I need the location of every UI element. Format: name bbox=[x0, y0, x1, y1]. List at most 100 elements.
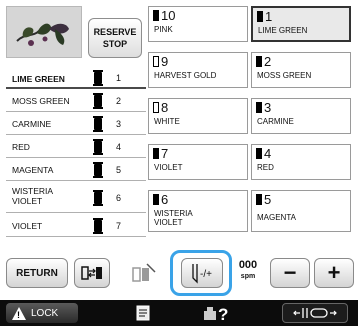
spool-color-name: HARVEST GOLD bbox=[154, 71, 217, 80]
spool-cell-1[interactable]: 1 LIME GREEN bbox=[251, 6, 351, 42]
row-spool-number: 5 bbox=[116, 165, 122, 175]
sewing-order-row-5[interactable]: MAGENTA 5 bbox=[6, 158, 146, 181]
spool-number: 10 bbox=[153, 9, 175, 23]
spool-icon bbox=[93, 70, 103, 86]
sewing-order-row-7[interactable]: VIOLET 7 bbox=[6, 213, 146, 237]
spool-color-name: WISTERIA VIOLET bbox=[154, 209, 193, 227]
svg-text:-/+: -/+ bbox=[200, 269, 212, 280]
sewing-order-row-2[interactable]: MOSS GREEN 2 bbox=[6, 89, 146, 112]
spool-cell-8[interactable]: 8 WHITE bbox=[148, 98, 248, 134]
spool-number-text: 5 bbox=[264, 192, 272, 207]
row-color-name: LIME GREEN bbox=[12, 74, 65, 84]
sewing-order-list: LIME GREEN 1 MOSS GREEN 2 CARMINE 3 RED … bbox=[6, 66, 146, 239]
spool-icon bbox=[256, 56, 262, 67]
spool-tool-button[interactable] bbox=[126, 258, 162, 288]
spool-cell-7[interactable]: 7 VIOLET bbox=[148, 144, 248, 180]
help-button[interactable]: ? bbox=[200, 303, 234, 323]
spool-icon bbox=[153, 148, 159, 159]
warning-icon: ! bbox=[12, 306, 26, 320]
spool-color-name: WHITE bbox=[154, 117, 180, 126]
spool-number-text: 1 bbox=[265, 9, 273, 24]
spool-icon bbox=[93, 218, 103, 234]
spool-cell-6[interactable]: 6 WISTERIA VIOLET bbox=[148, 190, 248, 232]
row-spool-number: 2 bbox=[116, 96, 122, 106]
sewing-order-row-6[interactable]: WISTERIA VIOLET 6 bbox=[6, 181, 146, 213]
sewing-order-row-3[interactable]: CARMINE 3 bbox=[6, 112, 146, 135]
spool-icon bbox=[93, 190, 103, 206]
spool-cell-4[interactable]: 4 RED bbox=[251, 144, 351, 180]
spool-cell-2[interactable]: 2 MOSS GREEN bbox=[251, 52, 351, 88]
status-bar: ! LOCK ? bbox=[0, 300, 358, 326]
minus-button[interactable]: − bbox=[270, 258, 310, 288]
plus-button[interactable]: + bbox=[314, 258, 354, 288]
minus-label: − bbox=[283, 260, 297, 285]
plus-label: + bbox=[327, 260, 341, 285]
return-button[interactable]: RETURN bbox=[6, 258, 68, 288]
spool-number-text: 9 bbox=[161, 54, 169, 69]
spool-swap-icon bbox=[81, 266, 102, 280]
spool-icon bbox=[153, 10, 159, 21]
speed-display: 000 spm bbox=[233, 258, 263, 288]
spool-number-text: 10 bbox=[161, 8, 176, 23]
spool-color-name: CARMINE bbox=[257, 117, 294, 126]
row-spool-number: 6 bbox=[116, 193, 122, 203]
spool-number-text: 4 bbox=[264, 146, 272, 161]
row-color-name: RED bbox=[12, 142, 30, 152]
spool-cell-5[interactable]: 5 MAGENTA bbox=[251, 190, 351, 232]
sewing-order-row-1[interactable]: LIME GREEN 1 bbox=[6, 66, 146, 89]
spool-number-text: 2 bbox=[264, 54, 272, 69]
row-spool-number: 7 bbox=[116, 221, 122, 231]
spool-number-text: 8 bbox=[161, 100, 169, 115]
spool-color-name: VIOLET bbox=[154, 163, 183, 172]
row-color-name: MAGENTA bbox=[12, 165, 54, 175]
spool-number: 6 bbox=[153, 193, 168, 207]
spool-icon bbox=[153, 102, 159, 113]
spool-icon bbox=[256, 148, 262, 159]
document-icon bbox=[136, 305, 150, 321]
lock-label: LOCK bbox=[31, 307, 59, 319]
lock-button[interactable]: ! LOCK bbox=[6, 303, 78, 323]
spool-cell-10[interactable]: 10 PINK bbox=[148, 6, 248, 42]
speed-unit: spm bbox=[240, 273, 256, 280]
floral-design-icon bbox=[16, 23, 69, 46]
svg-text:?: ? bbox=[218, 305, 228, 323]
spool-cell-9[interactable]: 9 HARVEST GOLD bbox=[148, 52, 248, 88]
reserve-stop-label-line2: STOP bbox=[102, 39, 128, 49]
spool-number: 5 bbox=[256, 193, 271, 207]
spool-icon bbox=[93, 139, 103, 155]
spool-icon bbox=[93, 162, 103, 178]
spool-number: 4 bbox=[256, 147, 271, 161]
speed-value: 000 bbox=[238, 259, 258, 271]
spool-icon bbox=[256, 102, 262, 113]
spool-number-text: 6 bbox=[161, 192, 169, 207]
row-spool-number: 1 bbox=[116, 73, 122, 83]
row-color-name: VIOLET bbox=[12, 221, 43, 231]
thread-cutter-adjust-button[interactable]: -/+ bbox=[181, 258, 223, 288]
embroidery-color-screen: RESERVE STOP LIME GREEN 1 MOSS GREEN 2 C… bbox=[0, 0, 358, 326]
spool-icon bbox=[153, 56, 159, 67]
spool-number-text: 3 bbox=[264, 100, 272, 115]
reserve-stop-button[interactable]: RESERVE STOP bbox=[88, 18, 142, 58]
row-spool-number: 4 bbox=[116, 142, 122, 152]
sewing-order-row-4[interactable]: RED 4 bbox=[6, 135, 146, 158]
row-color-name: CARMINE bbox=[12, 119, 52, 129]
spool-color-name: MAGENTA bbox=[257, 213, 296, 222]
thread-swap-button[interactable] bbox=[74, 258, 110, 288]
settings-button[interactable] bbox=[282, 303, 348, 323]
row-color-name: MOSS GREEN bbox=[12, 96, 70, 106]
row-color-name: WISTERIA VIOLET bbox=[12, 186, 53, 206]
spool-color-name: PINK bbox=[154, 25, 173, 34]
spool-color-name: LIME GREEN bbox=[258, 26, 308, 35]
spool-cell-3[interactable]: 3 CARMINE bbox=[251, 98, 351, 134]
spool-icon bbox=[93, 93, 103, 109]
document-icon-button[interactable] bbox=[130, 303, 156, 323]
spool-icon bbox=[257, 11, 263, 22]
spool-number: 1 bbox=[257, 10, 272, 24]
return-button-label: RETURN bbox=[16, 267, 58, 279]
spool-icon bbox=[93, 116, 103, 132]
needle-adjust-icon: -/+ bbox=[192, 264, 212, 284]
spool-color-name: MOSS GREEN bbox=[257, 71, 312, 80]
machine-help-icon: ? bbox=[204, 305, 228, 323]
reserve-stop-label-line1: RESERVE bbox=[93, 27, 137, 37]
spool-number: 9 bbox=[153, 55, 168, 69]
